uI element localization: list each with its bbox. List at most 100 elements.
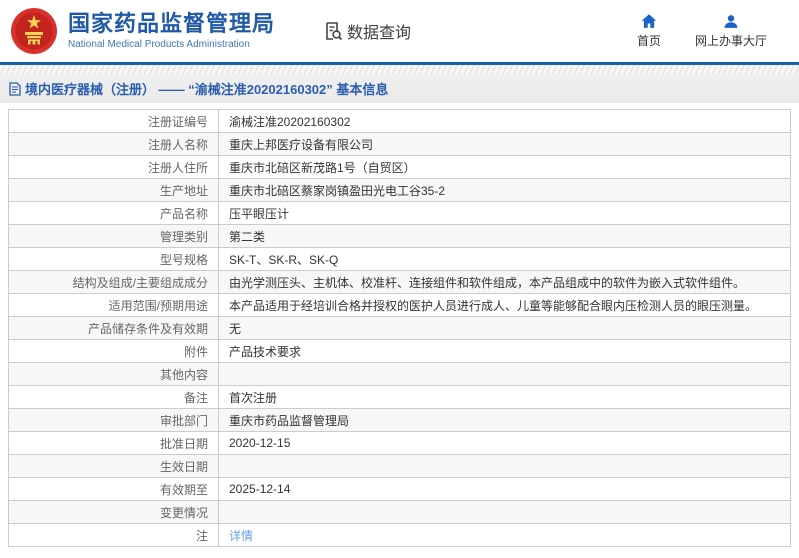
row-label-text: 有效期至 bbox=[159, 482, 208, 497]
row-label-text: 备注 bbox=[183, 390, 208, 405]
document-icon bbox=[9, 81, 21, 96]
top-nav: 首页 网上办事大厅 bbox=[636, 13, 767, 49]
info-table: 注册证编号 渝械注准20202160302 注册人名称 重庆上邦医疗设备有限公司… bbox=[8, 109, 791, 547]
row-label-text: 管理类别 bbox=[159, 229, 208, 244]
row-label: 备注 bbox=[9, 386, 219, 408]
table-row: 注册人名称 重庆上邦医疗设备有限公司 bbox=[9, 133, 790, 156]
row-label: 其他内容 bbox=[9, 363, 219, 385]
row-value: 渝械注准20202160302 bbox=[219, 110, 790, 132]
row-label-text: 生效日期 bbox=[159, 459, 208, 474]
row-label: 有效期至 bbox=[9, 478, 219, 500]
row-label: 审批部门 bbox=[9, 409, 219, 431]
table-row: 备注 首次注册 bbox=[9, 386, 790, 409]
row-label-text: 注册证编号 bbox=[147, 114, 208, 129]
row-label-text: 注册人住所 bbox=[147, 160, 208, 175]
table-row: 产品名称 压平眼压计 bbox=[9, 202, 790, 225]
row-value: 首次注册 bbox=[219, 386, 790, 408]
row-label-text: 批准日期 bbox=[159, 436, 208, 451]
row-value-text: 由光学测压头、主机体、校准杆、连接组件和软件组成，本产品组成中的软件为嵌入式软件… bbox=[229, 275, 746, 290]
row-value-text: 2020-12-15 bbox=[229, 436, 291, 450]
row-value-text: 无 bbox=[229, 321, 242, 336]
row-value bbox=[219, 501, 790, 523]
row-value: 2025-12-14 bbox=[219, 478, 790, 500]
agency-name-en: National Medical Products Administration bbox=[68, 38, 250, 50]
row-label: 注册证编号 bbox=[9, 110, 219, 132]
row-value-text: 重庆市北碚区蔡家岗镇盈田光电工谷35-2 bbox=[229, 183, 446, 198]
row-label: 管理类别 bbox=[9, 225, 219, 247]
row-value bbox=[219, 455, 790, 477]
row-value: 重庆市北碚区蔡家岗镇盈田光电工谷35-2 bbox=[219, 179, 790, 201]
row-value: 本产品适用于经培训合格并授权的医护人员进行成人、儿童等能够配合眼内压检测人员的眼… bbox=[219, 294, 790, 316]
table-row: 注 详情 bbox=[9, 524, 790, 547]
row-value: 重庆市北碚区新茂路1号（自贸区） bbox=[219, 156, 790, 178]
table-row: 适用范围/预期用途 本产品适用于经培训合格并授权的医护人员进行成人、儿童等能够配… bbox=[9, 294, 790, 317]
row-value-text: 2025-12-14 bbox=[229, 482, 291, 496]
breadcrumb-text: 境内医疗器械（注册） —— “渝械注准20202160302” 基本信息 bbox=[25, 82, 389, 97]
breadcrumb: 境内医疗器械（注册） —— “渝械注准20202160302” 基本信息 bbox=[9, 79, 388, 98]
row-value: 第二类 bbox=[219, 225, 790, 247]
row-value: 详情 bbox=[219, 524, 790, 546]
detail-link[interactable]: 详情 bbox=[229, 527, 253, 544]
table-row: 批准日期 2020-12-15 bbox=[9, 432, 790, 455]
row-label-text: 注 bbox=[195, 528, 208, 543]
row-label: 生产地址 bbox=[9, 179, 219, 201]
home-icon bbox=[641, 13, 657, 28]
row-label: 产品储存条件及有效期 bbox=[9, 317, 219, 339]
row-value-text: 本产品适用于经培训合格并授权的医护人员进行成人、儿童等能够配合眼内压检测人员的眼… bbox=[229, 298, 758, 313]
nav-home[interactable]: 首页 bbox=[636, 13, 661, 49]
row-label: 产品名称 bbox=[9, 202, 219, 224]
row-label-text: 产品名称 bbox=[159, 206, 208, 221]
row-value-text: 渝械注准20202160302 bbox=[229, 114, 351, 129]
row-value: 重庆上邦医疗设备有限公司 bbox=[219, 133, 790, 155]
row-label-text: 适用范围/预期用途 bbox=[108, 298, 208, 313]
row-value: 产品技术要求 bbox=[219, 340, 790, 362]
row-value-text: 重庆上邦医疗设备有限公司 bbox=[229, 137, 374, 152]
table-row: 附件 产品技术要求 bbox=[9, 340, 790, 363]
table-row: 注册人住所 重庆市北碚区新茂路1号（自贸区） bbox=[9, 156, 790, 179]
row-value: 重庆市药品监督管理局 bbox=[219, 409, 790, 431]
row-value-text: 首次注册 bbox=[229, 390, 278, 405]
table-row: 审批部门 重庆市药品监督管理局 bbox=[9, 409, 790, 432]
nav-home-label: 首页 bbox=[636, 33, 661, 48]
row-label-text: 型号规格 bbox=[159, 252, 208, 267]
row-label-text: 结构及组成/主要组成成分 bbox=[72, 275, 208, 290]
document-search-icon bbox=[326, 22, 343, 41]
row-label: 结构及组成/主要组成成分 bbox=[9, 271, 219, 293]
row-label: 变更情况 bbox=[9, 501, 219, 523]
row-label-text: 变更情况 bbox=[159, 505, 208, 520]
row-value-text: 重庆市北碚区新茂路1号（自贸区） bbox=[229, 160, 416, 175]
row-value-text: 重庆市药品监督管理局 bbox=[229, 413, 350, 428]
row-label: 注册人住所 bbox=[9, 156, 219, 178]
table-row: 型号规格 SK-T、SK-R、SK-Q bbox=[9, 248, 790, 271]
row-value: 由光学测压头、主机体、校准杆、连接组件和软件组成，本产品组成中的软件为嵌入式软件… bbox=[219, 271, 790, 293]
row-label-text: 注册人名称 bbox=[147, 137, 208, 152]
table-row: 其他内容 bbox=[9, 363, 790, 386]
table-row: 生产地址 重庆市北碚区蔡家岗镇盈田光电工谷35-2 bbox=[9, 179, 790, 202]
row-label: 生效日期 bbox=[9, 455, 219, 477]
row-label-text: 生产地址 bbox=[159, 183, 208, 198]
row-value: 无 bbox=[219, 317, 790, 339]
row-value: 2020-12-15 bbox=[219, 432, 790, 454]
row-value-text: 产品技术要求 bbox=[229, 344, 302, 359]
row-label: 批准日期 bbox=[9, 432, 219, 454]
row-value: 压平眼压计 bbox=[219, 202, 790, 224]
nav-service-hall[interactable]: 网上办事大厅 bbox=[695, 14, 767, 49]
page-header: 国家药品监督管理局 National Medical Products Admi… bbox=[0, 0, 799, 62]
row-label-text: 附件 bbox=[183, 344, 208, 359]
table-row: 结构及组成/主要组成成分 由光学测压头、主机体、校准杆、连接组件和软件组成，本产… bbox=[9, 271, 790, 294]
data-query-label: 数据查询 bbox=[347, 25, 412, 42]
hatched-strip bbox=[0, 65, 799, 74]
row-label: 注 bbox=[9, 524, 219, 546]
row-value bbox=[219, 363, 790, 385]
national-emblem-logo bbox=[11, 8, 57, 54]
agency-title: 国家药品监督管理局 National Medical Products Admi… bbox=[68, 12, 275, 50]
row-label: 适用范围/预期用途 bbox=[9, 294, 219, 316]
row-value: SK-T、SK-R、SK-Q bbox=[219, 248, 790, 270]
row-value-text: 压平眼压计 bbox=[229, 206, 290, 221]
row-label: 附件 bbox=[9, 340, 219, 362]
data-query-nav[interactable]: 数据查询 bbox=[323, 19, 411, 43]
table-row: 变更情况 bbox=[9, 501, 790, 524]
table-row: 产品储存条件及有效期 无 bbox=[9, 317, 790, 340]
row-label-text: 产品储存条件及有效期 bbox=[87, 321, 208, 336]
row-label: 型号规格 bbox=[9, 248, 219, 270]
